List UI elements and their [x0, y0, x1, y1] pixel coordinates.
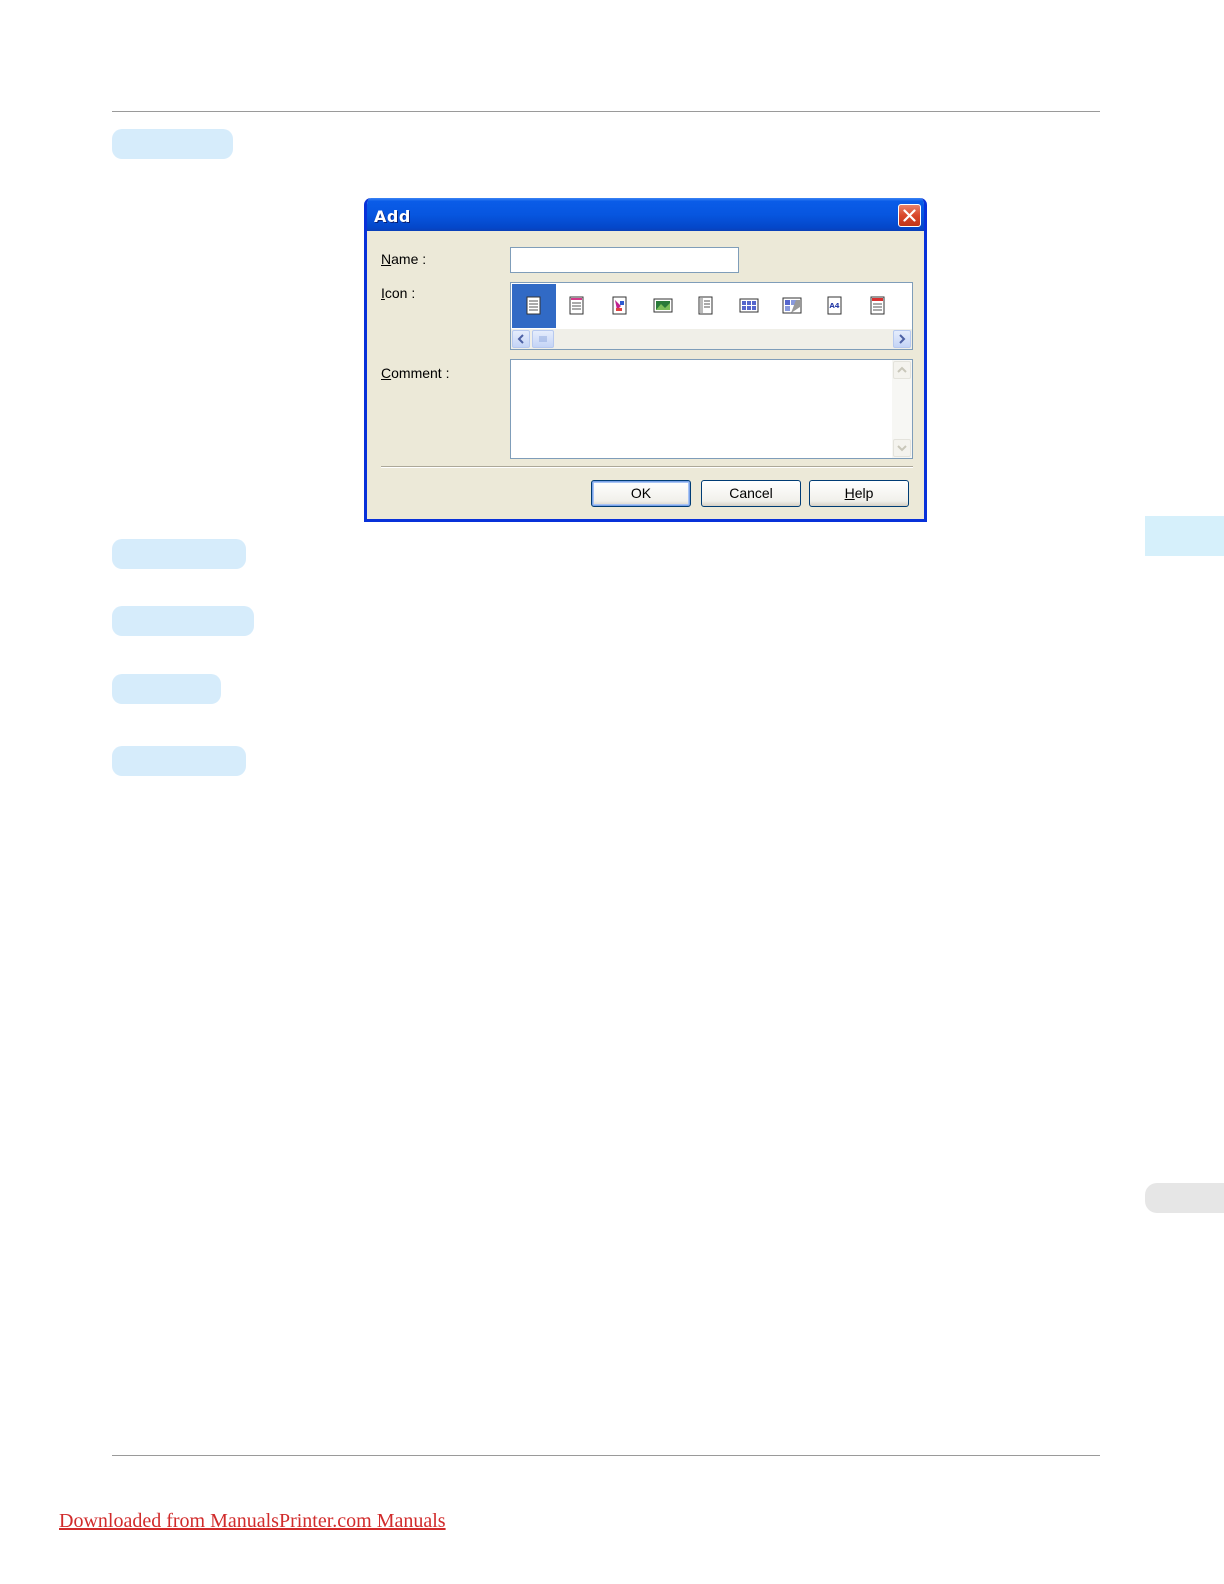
grid-icon	[739, 298, 759, 313]
icon-option-3[interactable]	[598, 284, 642, 328]
chevron-up-icon	[897, 366, 907, 373]
chevron-left-icon	[517, 334, 524, 344]
heading-highlight-3	[112, 606, 254, 636]
page-red-icon	[870, 296, 885, 315]
icon-option-7[interactable]	[770, 284, 814, 328]
icon-option-8[interactable]: A4	[813, 284, 857, 328]
chapter-tab-index	[1145, 1183, 1224, 1213]
icon-horizontal-scrollbar[interactable]	[511, 329, 912, 349]
dialog-titlebar[interactable]: Add	[367, 198, 924, 231]
grip-icon	[539, 336, 547, 342]
a4-icon-text: A4	[829, 302, 839, 310]
help-button[interactable]: Help	[809, 480, 909, 507]
dialog-title: Add	[374, 207, 411, 226]
page-bookmark-icon	[569, 296, 584, 315]
bottom-rule	[112, 1455, 1100, 1456]
top-rule	[112, 111, 1100, 112]
cancel-button[interactable]: Cancel	[701, 480, 801, 507]
comment-label: Comment :	[381, 365, 450, 381]
icon-option-4[interactable]	[641, 284, 685, 328]
icon-option-9[interactable]	[856, 284, 900, 328]
chevron-right-icon	[899, 334, 906, 344]
icon-label: Icon :	[381, 285, 416, 301]
chapter-tab-active	[1145, 516, 1224, 556]
scroll-left-button[interactable]	[512, 330, 530, 348]
comment-vertical-scrollbar[interactable]	[892, 360, 912, 458]
icon-option-6[interactable]	[727, 284, 771, 328]
scroll-thumb[interactable]	[532, 330, 554, 348]
chevron-down-icon	[897, 445, 907, 452]
ok-button[interactable]: OK	[591, 480, 691, 507]
button-separator	[381, 466, 913, 468]
scroll-up-button[interactable]	[893, 361, 911, 379]
page-color-icon	[612, 296, 627, 315]
poster-icon	[782, 297, 802, 314]
page-lines-icon	[526, 296, 541, 315]
photo-icon	[653, 298, 673, 313]
scroll-right-button[interactable]	[893, 330, 911, 348]
comment-textarea[interactable]	[510, 359, 913, 459]
document-icon	[698, 296, 713, 315]
name-input[interactable]	[510, 247, 739, 273]
heading-highlight-2	[112, 539, 246, 569]
download-source-link[interactable]: Downloaded from ManualsPrinter.com Manua…	[59, 1510, 446, 1533]
heading-highlight-5	[112, 746, 246, 776]
add-dialog: Add Name : Icon : A4 Comment: OK Cancel…	[364, 198, 927, 522]
icon-option-5[interactable]	[684, 284, 728, 328]
heading-highlight-1	[112, 129, 233, 159]
icon-list[interactable]: A4	[510, 282, 913, 350]
icon-option-2[interactable]	[555, 284, 599, 328]
a4-paper-icon: A4	[827, 296, 842, 315]
close-icon	[903, 209, 916, 222]
heading-highlight-4	[112, 674, 221, 704]
name-label: Name :	[381, 251, 427, 267]
icon-option-1[interactable]	[512, 284, 556, 328]
scroll-down-button[interactable]	[893, 439, 911, 457]
close-button[interactable]	[898, 204, 921, 227]
